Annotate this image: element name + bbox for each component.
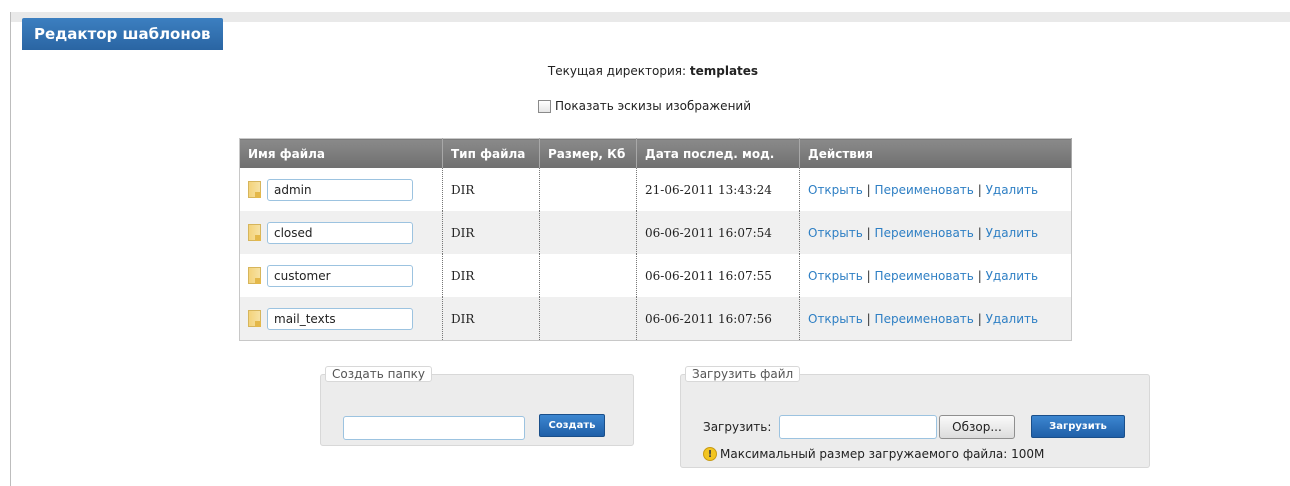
- cell-actions: Открыть | Переименовать | Удалить: [799, 297, 1072, 341]
- folder-icon: [248, 267, 261, 284]
- delete-link[interactable]: Удалить: [986, 226, 1039, 240]
- file-name-input[interactable]: [267, 178, 413, 201]
- open-link[interactable]: Открыть: [808, 312, 863, 326]
- cell-actions: Открыть | Переименовать | Удалить: [799, 168, 1072, 211]
- create-folder-panel: Создать папку Создать: [320, 366, 634, 446]
- rename-link[interactable]: Переименовать: [875, 226, 974, 240]
- column-header-type[interactable]: Тип файла: [442, 138, 540, 168]
- column-header-actions: Действия: [799, 138, 1072, 168]
- cell-size: [539, 168, 637, 211]
- browse-button[interactable]: Обзор...: [939, 415, 1015, 439]
- left-border: [10, 12, 11, 486]
- rename-link[interactable]: Переименовать: [875, 183, 974, 197]
- upload-file-legend: Загрузить файл: [685, 366, 801, 382]
- separator: |: [977, 225, 982, 240]
- open-link[interactable]: Открыть: [808, 269, 863, 283]
- max-size-note: ! Максимальный размер загружаемого файла…: [703, 447, 1044, 461]
- separator: |: [866, 311, 871, 326]
- upload-label: Загрузить:: [703, 420, 772, 434]
- column-header-size[interactable]: Размер, Кб: [539, 138, 637, 168]
- cell-date: 06-06-2011 16:07:54: [636, 211, 800, 254]
- cell-type: DIR: [442, 211, 540, 254]
- create-folder-legend: Создать папку: [325, 366, 433, 382]
- current-directory: Текущая директория: templates: [0, 64, 1290, 78]
- current-directory-label: Текущая директория:: [547, 64, 687, 78]
- current-directory-value: templates: [689, 64, 759, 78]
- separator: |: [866, 182, 871, 197]
- open-link[interactable]: Открыть: [808, 226, 863, 240]
- cell-size: [539, 297, 637, 341]
- file-name-input[interactable]: [267, 307, 413, 330]
- table-row: DIR 06-06-2011 16:07:55 Открыть | Переим…: [239, 254, 1072, 297]
- column-header-name[interactable]: Имя файла: [239, 138, 443, 168]
- cell-type: DIR: [442, 297, 540, 341]
- rename-link[interactable]: Переименовать: [875, 269, 974, 283]
- show-thumbnails-option[interactable]: Показать эскизы изображений: [538, 99, 751, 113]
- cell-type: DIR: [442, 168, 540, 211]
- separator: |: [866, 268, 871, 283]
- column-header-date[interactable]: Дата послед. мод.: [636, 138, 800, 168]
- file-name-input[interactable]: [267, 221, 413, 244]
- cell-name: [239, 211, 443, 254]
- separator: |: [977, 311, 982, 326]
- table-header-row: Имя файла Тип файла Размер, Кб Дата посл…: [239, 138, 1072, 168]
- cell-date: 06-06-2011 16:07:56: [636, 297, 800, 341]
- folder-icon: [248, 310, 261, 327]
- file-name-input[interactable]: [267, 264, 413, 287]
- table-row: DIR 21-06-2011 13:43:24 Открыть | Переим…: [239, 168, 1072, 211]
- upload-file-panel: Загрузить файл Загрузить: Обзор... Загру…: [680, 366, 1150, 468]
- folder-icon: [248, 224, 261, 241]
- file-path-input[interactable]: [779, 415, 937, 439]
- cell-type: DIR: [442, 254, 540, 297]
- warning-icon: !: [703, 447, 717, 461]
- rename-link[interactable]: Переименовать: [875, 312, 974, 326]
- new-folder-input[interactable]: [343, 416, 525, 440]
- delete-link[interactable]: Удалить: [986, 312, 1039, 326]
- max-size-text: Максимальный размер загружаемого файла: …: [720, 447, 1045, 461]
- table-row: DIR 06-06-2011 16:07:56 Открыть | Переим…: [239, 297, 1072, 341]
- file-table: Имя файла Тип файла Размер, Кб Дата посл…: [239, 138, 1072, 341]
- cell-date: 21-06-2011 13:43:24: [636, 168, 800, 211]
- show-thumbnails-checkbox[interactable]: [538, 99, 551, 113]
- separator: |: [977, 182, 982, 197]
- create-folder-button[interactable]: Создать: [539, 414, 605, 437]
- cell-actions: Открыть | Переименовать | Удалить: [799, 211, 1072, 254]
- cell-name: [239, 168, 443, 211]
- delete-link[interactable]: Удалить: [986, 183, 1039, 197]
- cell-size: [539, 211, 637, 254]
- upload-button[interactable]: Загрузить: [1031, 415, 1125, 438]
- cell-name: [239, 297, 443, 341]
- delete-link[interactable]: Удалить: [986, 269, 1039, 283]
- table-row: DIR 06-06-2011 16:07:54 Открыть | Переим…: [239, 211, 1072, 254]
- cell-date: 06-06-2011 16:07:55: [636, 254, 800, 297]
- cell-name: [239, 254, 443, 297]
- cell-size: [539, 254, 637, 297]
- folder-icon: [248, 181, 261, 198]
- top-strip: [0, 0, 1290, 12]
- page-title: Редактор шаблонов: [22, 18, 223, 50]
- open-link[interactable]: Открыть: [808, 183, 863, 197]
- separator: |: [866, 225, 871, 240]
- separator: |: [977, 268, 982, 283]
- show-thumbnails-label[interactable]: Показать эскизы изображений: [555, 99, 751, 113]
- cell-actions: Открыть | Переименовать | Удалить: [799, 254, 1072, 297]
